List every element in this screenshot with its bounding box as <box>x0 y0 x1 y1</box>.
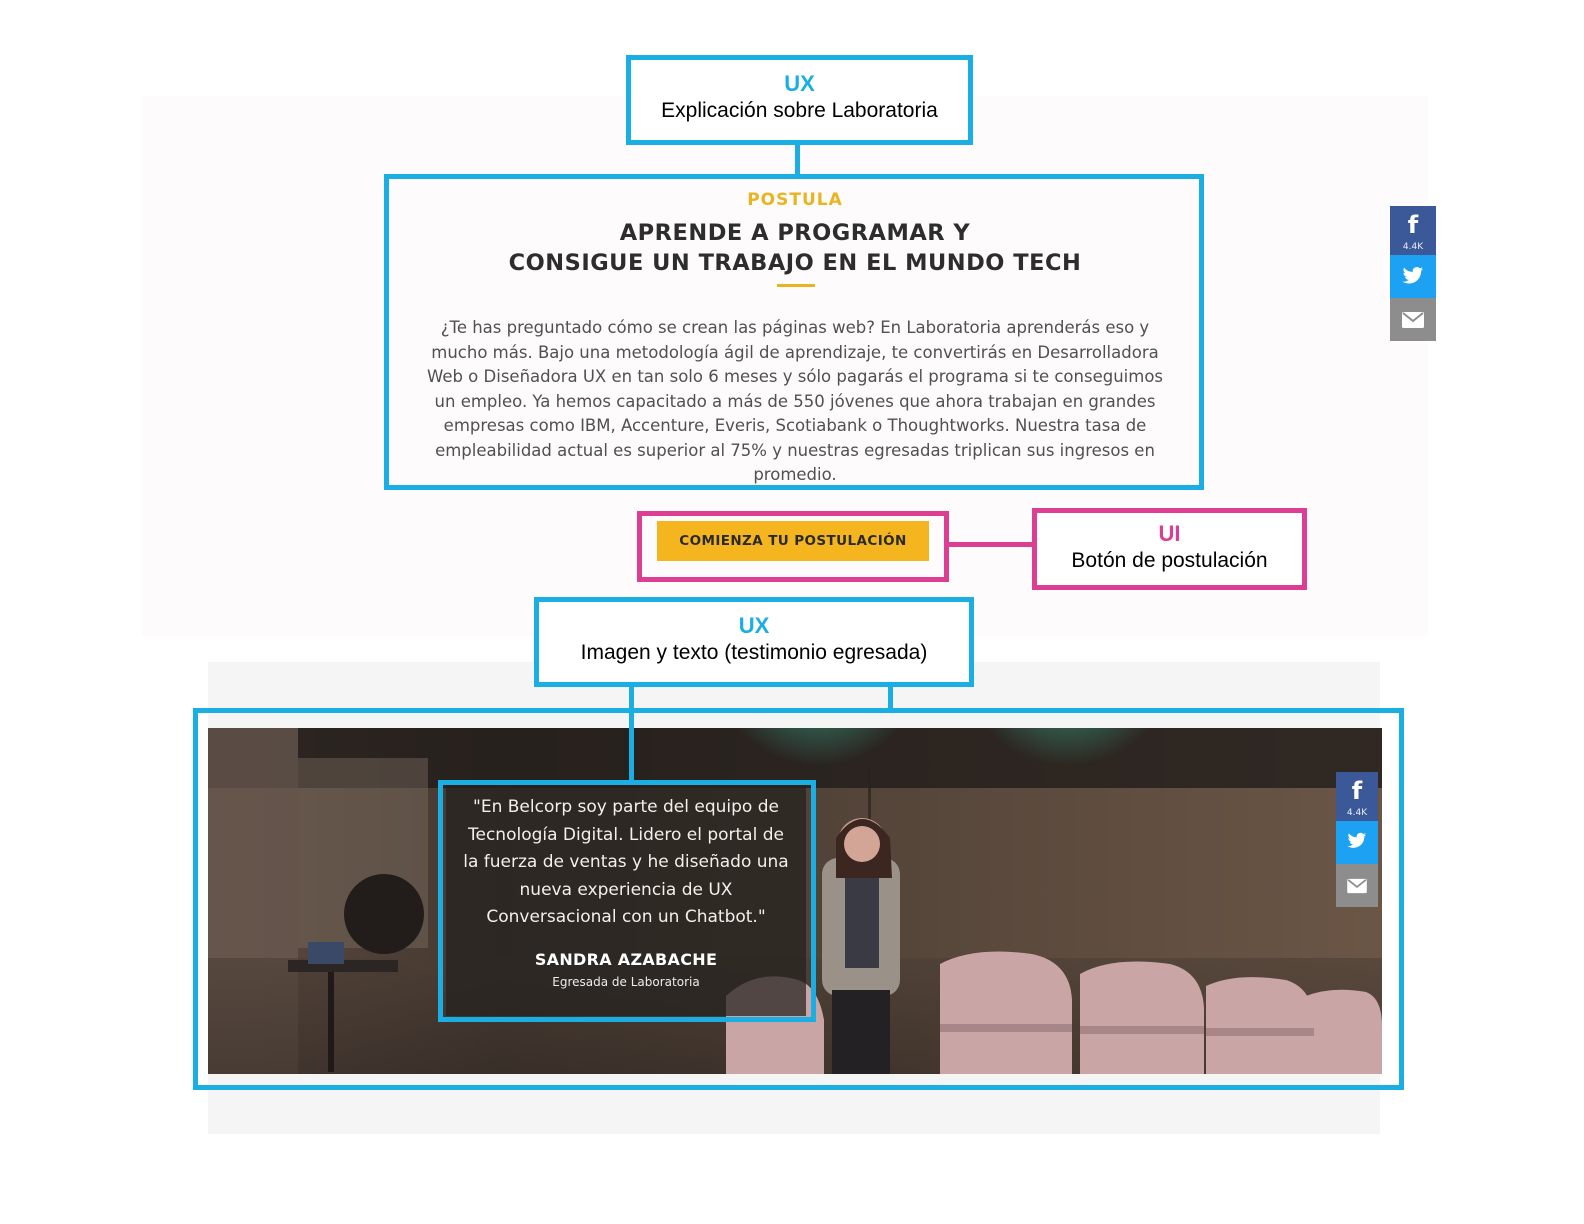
annotation-description: Botón de postulación <box>1071 549 1268 572</box>
annotation-tag: UI <box>1158 521 1181 546</box>
connector-line <box>888 686 893 709</box>
ui-button-annotation: UI Botón de postulación <box>1032 508 1307 590</box>
annotation-tag: UX <box>784 71 815 96</box>
connector-line <box>629 686 634 781</box>
facebook-icon: f <box>1407 211 1419 239</box>
button-annotation-frame <box>637 511 949 582</box>
ux-testimonial-annotation: UX Imagen y texto (testimonio egresada) <box>534 597 974 687</box>
email-share-button[interactable] <box>1390 298 1436 341</box>
share-bar-top: f 4.4K <box>1390 206 1436 341</box>
annotation-tag: UX <box>738 613 770 638</box>
email-icon <box>1402 312 1424 328</box>
testimonial-card-annotation-frame <box>438 780 816 1022</box>
annotation-description: Explicación sobre Laboratoria <box>661 99 938 122</box>
twitter-icon <box>1402 267 1424 284</box>
ux-explanation-annotation: UX Explicación sobre Laboratoria <box>626 55 973 145</box>
twitter-share-button[interactable] <box>1390 255 1436 298</box>
hero-annotation-frame <box>384 174 1204 490</box>
connector-line <box>795 145 800 175</box>
facebook-share-button[interactable]: f 4.4K <box>1390 206 1436 255</box>
facebook-share-count: 4.4K <box>1402 242 1424 252</box>
connector-line <box>948 542 1033 547</box>
annotation-description: Imagen y texto (testimonio egresada) <box>580 641 928 664</box>
